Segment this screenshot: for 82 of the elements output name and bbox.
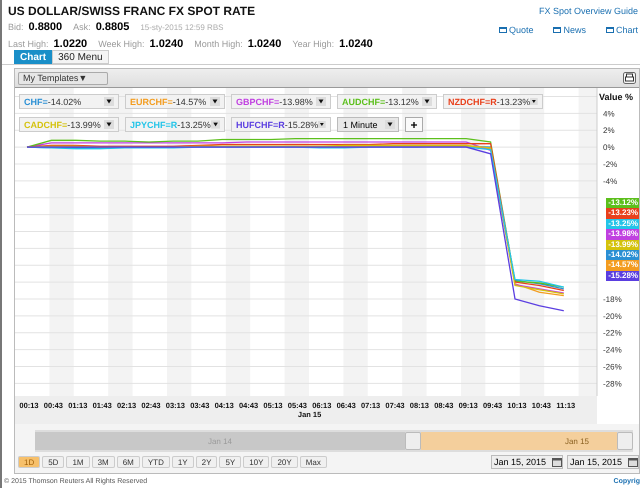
calendar-icon[interactable] — [628, 457, 638, 467]
high-label: Month High: — [194, 38, 243, 51]
value-label: -13.98% — [606, 229, 639, 240]
y-tick-label: -18% — [603, 294, 622, 304]
high-label: Week High: — [98, 38, 145, 51]
templates-dropdown[interactable]: My Templates▼ — [18, 72, 108, 84]
caret-icon[interactable] — [422, 97, 432, 106]
quote-value: 0.8800 — [28, 20, 62, 34]
tab[interactable]: 360 Menu — [52, 50, 109, 64]
range-button[interactable]: 6M — [116, 456, 140, 468]
y-tick-label: -28% — [603, 379, 622, 388]
header-link[interactable]: Chart — [606, 25, 638, 35]
window-icon — [606, 27, 614, 33]
caret-icon[interactable] — [316, 97, 326, 106]
instrument-dropdown[interactable]: EURCHF=-14.57% — [125, 94, 225, 109]
caret-icon[interactable] — [104, 97, 114, 106]
value-label: -15.28% — [606, 270, 639, 282]
y-tick-label: -24% — [603, 346, 622, 355]
quote-label: Ask: — [73, 21, 91, 34]
range-handle[interactable] — [405, 432, 421, 450]
high-label: Last High: — [8, 38, 49, 51]
y-tick-label: 4% — [603, 109, 615, 118]
range-handle[interactable] — [617, 432, 633, 450]
caret-icon[interactable] — [385, 120, 395, 129]
caret-icon[interactable] — [530, 97, 538, 106]
range-button[interactable]: 1M — [66, 456, 90, 468]
instrument-dropdown[interactable]: GBPCHF=-13.98% — [231, 94, 331, 109]
header-link[interactable]: Quote — [498, 25, 534, 35]
value-label: -13.99% — [606, 240, 639, 250]
instrument-dropdown[interactable]: HUFCHF=R-15.28% — [231, 117, 331, 132]
caret-icon[interactable] — [210, 120, 220, 129]
instrument-dropdown[interactable]: CHF=-14.02% — [19, 94, 119, 109]
range-button[interactable]: 20Y — [271, 456, 298, 468]
high-value: 1.0240 — [248, 37, 282, 51]
range-button[interactable]: 10Y — [243, 456, 270, 468]
guide-link[interactable]: FX Spot Overview Guide — [538, 6, 638, 16]
high-value: 1.0220 — [54, 37, 88, 51]
range-button[interactable]: 5D — [42, 456, 64, 468]
navigator-label: Jan 15 — [564, 436, 589, 446]
range-button[interactable]: 3M — [92, 456, 115, 468]
range-button[interactable]: YTD — [142, 456, 170, 468]
y-tick-label: 2% — [603, 126, 615, 136]
instrument-dropdown[interactable]: NZDCHF=R-13.23% — [443, 94, 543, 109]
y-tick-label: 0% — [603, 143, 615, 152]
range-button[interactable]: 5Y — [219, 456, 242, 468]
axis-title: Value % — [599, 92, 634, 102]
y-tick-label: -26% — [603, 362, 622, 372]
range-button[interactable]: 1Y — [172, 456, 194, 468]
caret-icon[interactable] — [210, 97, 220, 106]
tab[interactable]: Chart — [14, 50, 52, 64]
range-button[interactable]: 2Y — [196, 456, 218, 468]
calendar-icon[interactable] — [552, 457, 562, 467]
timestamp: 15-sty-2015 12:59 RBS — [140, 22, 224, 34]
high-value: 1.0240 — [339, 37, 373, 51]
value-label: -14.57% — [606, 260, 639, 271]
date-field[interactable]: Jan 15, 2015 — [567, 455, 639, 469]
instrument-dropdown[interactable]: CADCHF=-13.99% — [19, 117, 119, 132]
interval-dropdown[interactable]: 1 Minute — [337, 117, 399, 132]
print-icon[interactable] — [623, 72, 636, 84]
window-icon — [498, 27, 507, 33]
value-label: -13.23% — [606, 208, 639, 219]
value-label: -13.12% — [606, 198, 639, 208]
y-tick-label: -4% — [603, 176, 618, 186]
window-icon — [553, 27, 562, 33]
y-tick-label: -22% — [603, 328, 622, 338]
y-tick-label: -2% — [603, 160, 618, 169]
value-label: -13.25% — [606, 218, 639, 230]
y-tick-label: -20% — [603, 312, 622, 321]
instrument-dropdown[interactable]: AUDCHF=-13.12% — [337, 94, 437, 109]
range-button[interactable]: Max — [300, 456, 327, 468]
quote-label: Bid: — [8, 21, 24, 34]
high-value: 1.0240 — [150, 37, 184, 51]
caret-icon[interactable] — [104, 120, 114, 129]
date-field[interactable]: Jan 15, 2015 — [491, 455, 563, 469]
add-button[interactable]: + — [405, 117, 423, 132]
caret-icon[interactable] — [318, 120, 326, 129]
quote-value: 0.8805 — [96, 20, 130, 34]
high-label: Year High: — [292, 38, 334, 51]
page-title: US DOLLAR/SWISS FRANC FX SPOT RATE — [8, 4, 256, 18]
header-link[interactable]: News — [553, 25, 586, 35]
value-label: -14.02% — [606, 250, 639, 260]
instrument-dropdown[interactable]: JPYCHF=R-13.25% — [125, 117, 225, 132]
